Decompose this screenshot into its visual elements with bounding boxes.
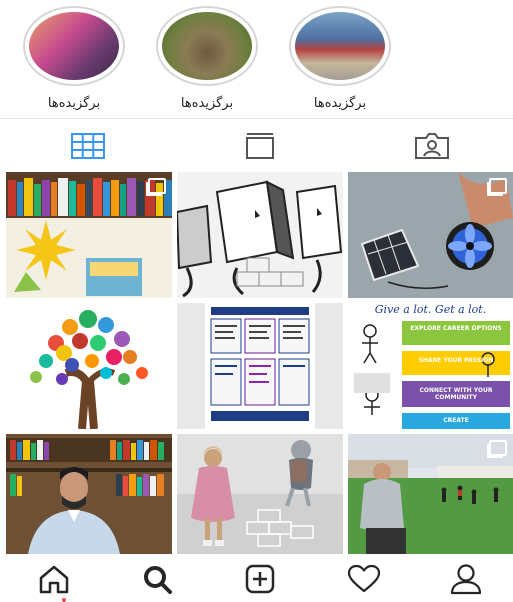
multiple-posts-icon xyxy=(489,440,507,456)
banner-row-3: CONNECT WITH YOUR COMMUNITY xyxy=(419,387,493,401)
highlight-item[interactable]: برگزیده‌ها xyxy=(155,6,259,111)
post-image-cartoon-boxes xyxy=(177,172,343,298)
nav-profile[interactable] xyxy=(446,562,486,596)
bottom-navigation xyxy=(0,556,513,602)
notification-dot xyxy=(62,598,66,602)
igtv-icon xyxy=(246,133,274,159)
highlight-item[interactable]: برگزیده‌ها xyxy=(288,6,392,111)
post-image-man-bookshelf xyxy=(6,434,172,554)
banner-title: Give a lot. Get a lot. xyxy=(374,303,487,316)
highlight-item[interactable]: برگزیده‌ها xyxy=(22,6,126,111)
post-image-girl-hopscotch xyxy=(177,434,343,554)
tagged-icon xyxy=(415,133,449,159)
highlight-thumbnail xyxy=(29,12,119,80)
profile-tabs xyxy=(0,118,513,173)
post-thumbnail[interactable] xyxy=(177,172,343,298)
post-thumbnail[interactable] xyxy=(348,434,513,554)
tab-grid[interactable] xyxy=(66,131,110,161)
highlight-ring xyxy=(289,6,391,86)
nav-activity[interactable] xyxy=(344,562,384,596)
tab-igtv[interactable] xyxy=(238,131,282,161)
post-thumbnail[interactable] xyxy=(6,172,172,298)
highlight-ring xyxy=(23,6,125,86)
post-thumbnail[interactable] xyxy=(348,172,513,298)
activity-heart-icon xyxy=(347,564,381,593)
nav-search[interactable] xyxy=(138,562,178,596)
highlight-thumbnail xyxy=(162,12,252,80)
post-thumbnail[interactable] xyxy=(177,303,343,429)
post-image-infographic xyxy=(177,303,343,429)
post-image-hand-tree xyxy=(6,303,172,429)
multiple-posts-icon xyxy=(148,178,166,194)
post-image-give-a-lot-banner xyxy=(348,303,513,429)
post-thumbnail[interactable]: Give a lot. Get a lot. EXPLORE CAREER OP… xyxy=(348,303,513,429)
search-icon xyxy=(144,566,172,594)
highlight-label: برگزیده‌ها xyxy=(47,96,101,111)
highlight-label: برگزیده‌ها xyxy=(180,96,234,111)
banner-row-4: CREATE xyxy=(443,417,469,424)
multiple-posts-icon xyxy=(489,178,507,194)
nav-new-post[interactable] xyxy=(240,562,280,596)
post-thumbnail[interactable] xyxy=(177,434,343,554)
post-thumbnail[interactable] xyxy=(6,434,172,554)
nav-home[interactable] xyxy=(34,562,74,596)
posts-grid: Give a lot. Get a lot. EXPLORE CAREER OP… xyxy=(6,172,513,554)
highlight-thumbnail xyxy=(295,12,385,80)
banner-row-1: EXPLORE CAREER OPTIONS xyxy=(410,325,502,332)
tab-tagged[interactable] xyxy=(410,131,454,161)
profile-icon xyxy=(450,564,482,595)
new-post-icon xyxy=(245,564,275,594)
home-icon xyxy=(39,565,69,594)
highlight-label: برگزیده‌ها xyxy=(313,96,367,111)
highlight-ring xyxy=(156,6,258,86)
grid-icon xyxy=(71,133,105,159)
post-thumbnail[interactable] xyxy=(6,303,172,429)
banner-row-2: SHARE YOUR PASSION xyxy=(418,357,494,364)
story-highlights: برگزیده‌ها برگزیده‌ها برگزیده‌ها xyxy=(0,0,513,118)
